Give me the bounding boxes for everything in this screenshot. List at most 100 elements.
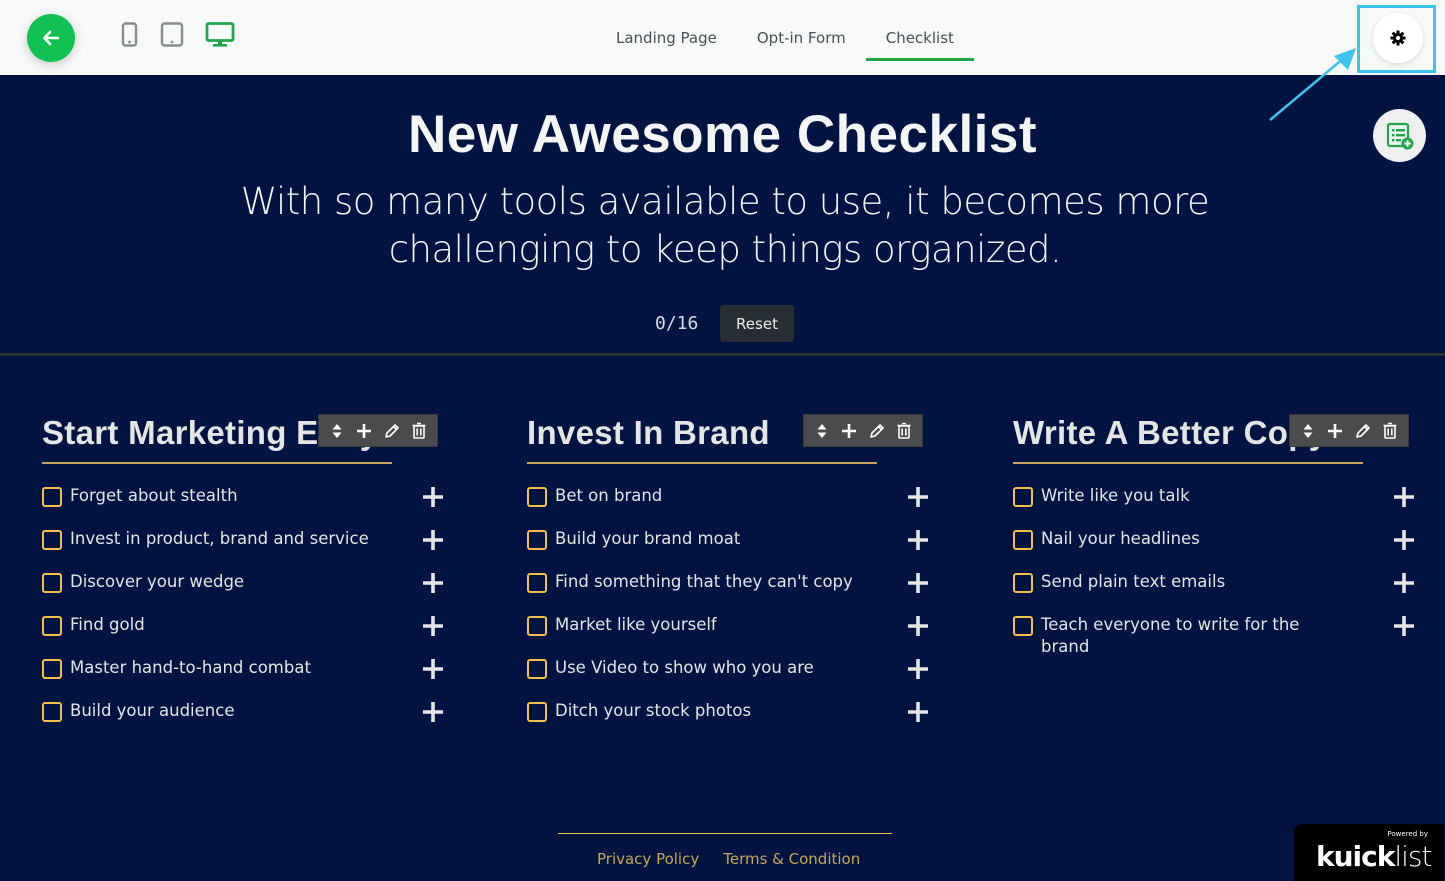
item-checkbox[interactable]	[527, 487, 547, 507]
device-tablet-button[interactable]	[160, 22, 186, 53]
item-checkbox[interactable]	[1013, 573, 1033, 593]
pencil-icon	[384, 423, 399, 438]
item-checkbox[interactable]	[1013, 616, 1033, 636]
add-sub-item-button[interactable]	[1393, 529, 1415, 556]
back-button[interactable]	[27, 14, 75, 62]
item-checkbox[interactable]	[527, 659, 547, 679]
add-sub-item-button[interactable]	[1393, 486, 1415, 513]
sort-arrows-icon	[332, 423, 342, 438]
item-label: Forget about stealth	[70, 486, 238, 505]
checklist-item: Discover your wedge	[42, 571, 462, 614]
item-label: Build your audience	[70, 701, 235, 720]
terms-link[interactable]: Terms & Condition	[723, 850, 860, 868]
item-label: Nail your headlines	[1041, 529, 1200, 548]
footer-divider	[558, 833, 892, 834]
item-checkbox[interactable]	[42, 616, 62, 636]
item-checkbox[interactable]	[527, 616, 547, 636]
checklist-item: Invest in product, brand and service	[42, 528, 462, 571]
sort-arrows-icon	[1303, 423, 1313, 438]
hero-divider	[0, 353, 1445, 356]
add-item-button[interactable]	[1324, 420, 1346, 442]
plus-icon	[1394, 530, 1414, 550]
edit-section-button[interactable]	[866, 420, 888, 442]
plus-icon	[908, 573, 928, 593]
add-item-button[interactable]	[353, 420, 375, 442]
reorder-button[interactable]	[326, 420, 348, 442]
powered-by-label: Powered by	[1387, 830, 1428, 838]
add-sub-item-button[interactable]	[422, 615, 444, 642]
checklist-item: Find something that they can't copy	[527, 571, 947, 614]
section-underline	[527, 462, 877, 464]
delete-section-button[interactable]	[893, 420, 915, 442]
tab-checklist[interactable]: Checklist	[865, 0, 975, 75]
checklist-item: Forget about stealth	[42, 485, 462, 528]
edit-section-button[interactable]	[381, 420, 403, 442]
tablet-icon	[160, 22, 184, 47]
desktop-icon	[205, 22, 235, 47]
checklist-section-2: Invest In Brand Bet on brand Build your …	[527, 410, 947, 743]
reorder-button[interactable]	[811, 420, 833, 442]
checklist-item: Teach everyone to write for the brand	[1013, 614, 1433, 658]
checklist-item: Build your audience	[42, 700, 462, 743]
add-sub-item-button[interactable]	[907, 615, 929, 642]
plus-icon	[1394, 487, 1414, 507]
checklist-title: New Awesome Checklist	[407, 105, 1038, 164]
item-checkbox[interactable]	[527, 702, 547, 722]
add-sub-item-button[interactable]	[907, 572, 929, 599]
add-sub-item-button[interactable]	[907, 658, 929, 685]
tab-opt-in-form[interactable]: Opt-in Form	[737, 0, 866, 75]
item-checkbox[interactable]	[42, 573, 62, 593]
item-checkbox[interactable]	[527, 573, 547, 593]
add-item-button[interactable]	[838, 420, 860, 442]
plus-icon	[842, 423, 857, 438]
section-items: Bet on brand Build your brand moat Find …	[527, 485, 947, 743]
item-checkbox[interactable]	[42, 487, 62, 507]
plus-icon	[423, 659, 443, 679]
device-mobile-button[interactable]	[121, 22, 139, 53]
reset-button[interactable]: Reset	[720, 305, 794, 342]
device-desktop-button[interactable]	[205, 22, 235, 53]
section-toolbar	[318, 414, 438, 447]
trash-icon	[897, 422, 911, 439]
plus-icon	[908, 487, 928, 507]
add-sub-item-button[interactable]	[422, 658, 444, 685]
item-checkbox[interactable]	[42, 702, 62, 722]
privacy-policy-link[interactable]: Privacy Policy	[597, 850, 699, 868]
add-sub-item-button[interactable]	[1393, 572, 1415, 599]
add-sub-item-button[interactable]	[907, 486, 929, 513]
page-tabs: Landing Page Opt-in Form Checklist	[596, 0, 975, 75]
item-label: Send plain text emails	[1041, 572, 1226, 591]
item-label: Build your brand moat	[555, 529, 741, 548]
delete-section-button[interactable]	[1379, 420, 1401, 442]
tab-landing-page[interactable]: Landing Page	[596, 0, 737, 75]
add-sub-item-button[interactable]	[1393, 615, 1415, 642]
checklist-item: Nail your headlines	[1013, 528, 1433, 571]
powered-by-badge[interactable]: Powered by kuicklist	[1294, 824, 1444, 881]
item-checkbox[interactable]	[42, 659, 62, 679]
trash-icon	[412, 422, 426, 439]
add-sub-item-button[interactable]	[907, 529, 929, 556]
plus-icon	[1394, 573, 1414, 593]
item-label: Invest in product, brand and service	[70, 529, 369, 548]
top-bar: Landing Page Opt-in Form Checklist	[0, 0, 1445, 75]
item-checkbox[interactable]	[527, 530, 547, 550]
item-checkbox[interactable]	[42, 530, 62, 550]
item-checkbox[interactable]	[1013, 530, 1033, 550]
add-sub-item-button[interactable]	[422, 529, 444, 556]
item-label: Market like yourself	[555, 615, 717, 634]
checklist-subtitle: With so many tools available to use, it …	[240, 180, 1210, 271]
edit-section-button[interactable]	[1352, 420, 1374, 442]
section-underline	[42, 462, 392, 464]
delete-section-button[interactable]	[408, 420, 430, 442]
checklist-item: Market like yourself	[527, 614, 947, 657]
add-sub-item-button[interactable]	[422, 572, 444, 599]
item-label: Use Video to show who you are	[555, 658, 814, 677]
settings-button[interactable]	[1373, 13, 1423, 63]
add-sub-item-button[interactable]	[422, 701, 444, 728]
add-sub-item-button[interactable]	[422, 486, 444, 513]
item-checkbox[interactable]	[1013, 487, 1033, 507]
section-items: Write like you talk Nail your headlines …	[1013, 485, 1433, 658]
reorder-button[interactable]	[1297, 420, 1319, 442]
item-label: Write like you talk	[1041, 486, 1190, 505]
add-sub-item-button[interactable]	[907, 701, 929, 728]
